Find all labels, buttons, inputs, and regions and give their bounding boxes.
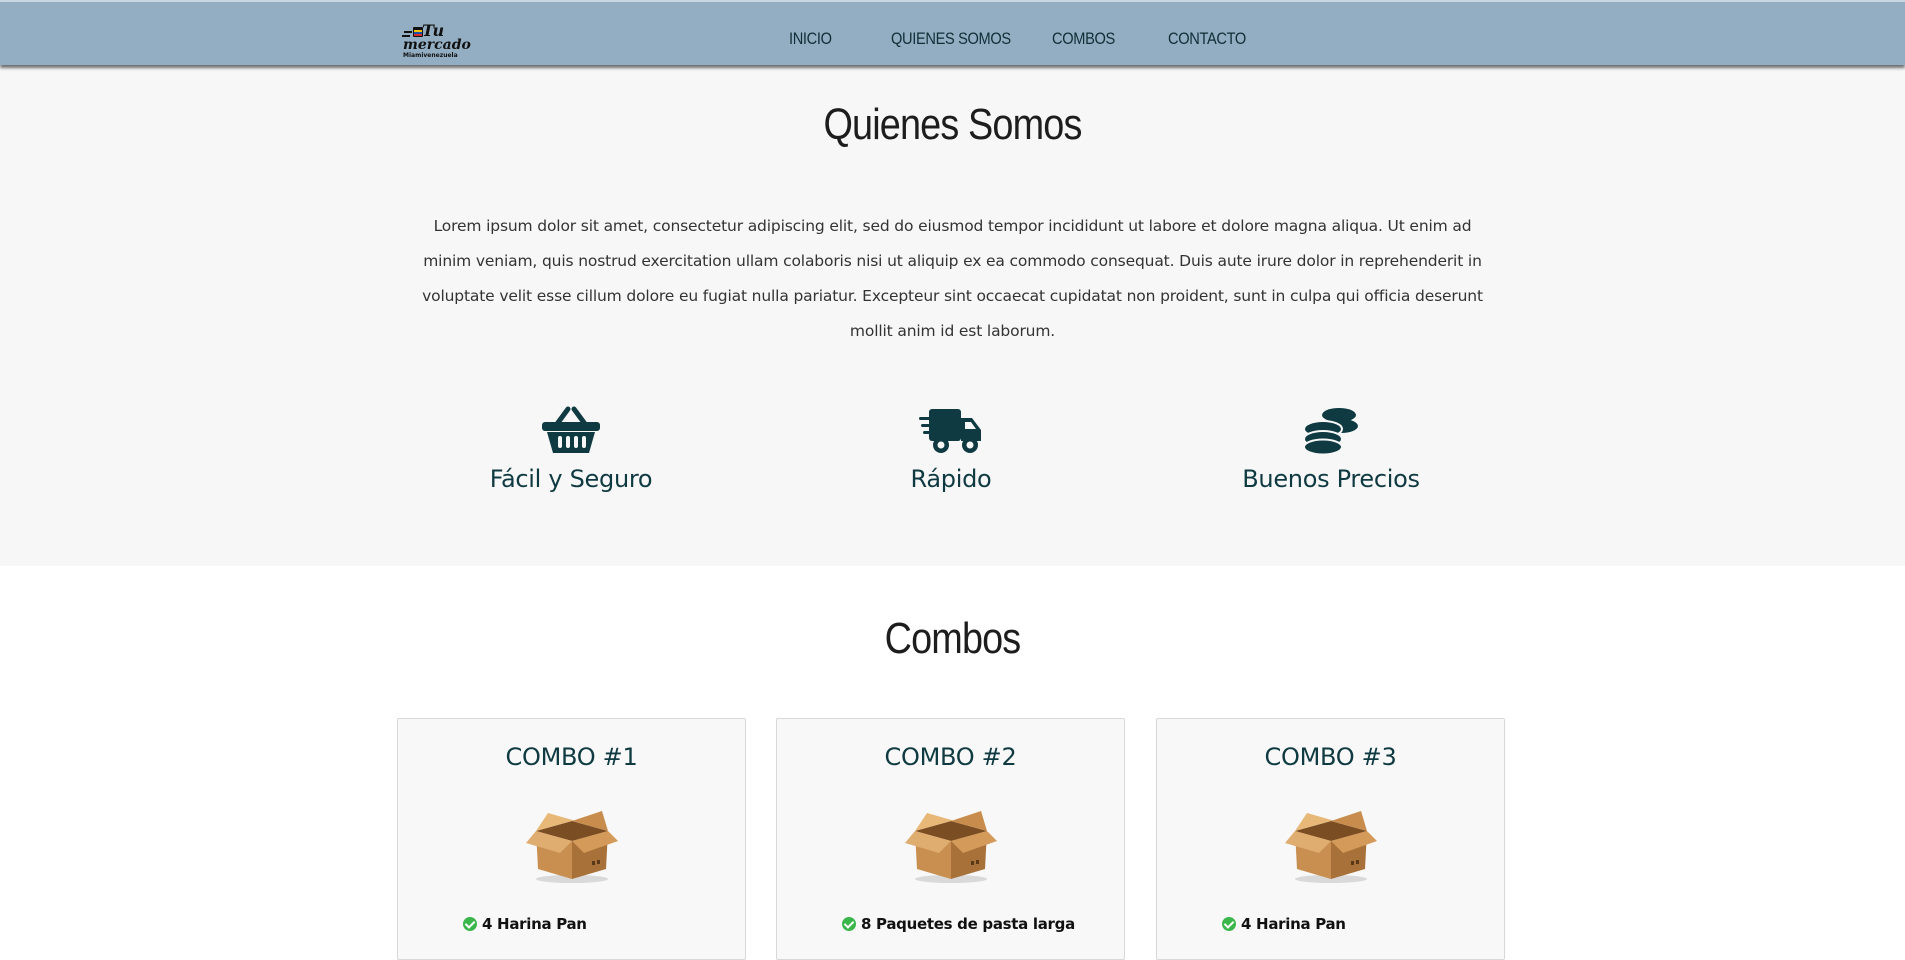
- combo-item-label: 4 Harina Pan: [482, 915, 587, 933]
- combo-title: COMBO #2: [884, 743, 1017, 771]
- about-paragraph: Lorem ipsum dolor sit amet, consectetur …: [422, 217, 1483, 340]
- logo[interactable]: Tu mercado Miamivenezuela: [402, 18, 472, 62]
- nav-inicio[interactable]: INICIO: [789, 29, 832, 49]
- feature-label: Buenos Precios: [1242, 465, 1420, 493]
- feature-good-prices: Buenos Precios: [1141, 405, 1521, 493]
- box-icon: [905, 811, 997, 883]
- combo-card-1[interactable]: COMBO #1 4 Harina Pan: [397, 718, 746, 960]
- box-icon: [1285, 811, 1377, 883]
- combo-title: COMBO #3: [1264, 743, 1397, 771]
- feature-label: Rápido: [910, 465, 992, 493]
- basket-icon: [381, 405, 761, 455]
- combo-item: 4 Harina Pan: [1222, 915, 1346, 933]
- nav-combos[interactable]: COMBOS: [1052, 29, 1115, 49]
- check-circle-icon: [1222, 917, 1236, 931]
- combos-section: Combos COMBO #1 4 Harina Pan COMBO #2 8 …: [0, 566, 1905, 960]
- nav-contacto[interactable]: CONTACTO: [1168, 29, 1246, 49]
- combo-item-label: 4 Harina Pan: [1241, 915, 1346, 933]
- nav-quienes-somos[interactable]: QUIENES SOMOS: [891, 29, 1011, 49]
- check-circle-icon: [842, 917, 856, 931]
- top-navbar: Tu mercado Miamivenezuela INICIO QUIENES…: [0, 0, 1905, 65]
- feature-label: Fácil y Seguro: [489, 465, 653, 493]
- logo-line-2: mercado: [403, 37, 471, 53]
- about-title: Quienes Somos: [823, 100, 1082, 149]
- combo-item: 8 Paquetes de pasta larga: [842, 915, 1075, 933]
- logo-line-3: Miamivenezuela: [403, 52, 458, 59]
- combos-title: Combos: [884, 614, 1022, 663]
- combo-title: COMBO #1: [505, 743, 638, 771]
- combo-card-3[interactable]: COMBO #3 4 Harina Pan: [1156, 718, 1505, 960]
- combo-item: 4 Harina Pan: [463, 915, 587, 933]
- box-icon: [526, 811, 618, 883]
- combo-card-2[interactable]: COMBO #2 8 Paquetes de pasta larga: [776, 718, 1125, 960]
- combo-item-label: 8 Paquetes de pasta larga: [861, 915, 1075, 933]
- about-section: Quienes Somos Lorem ipsum dolor sit amet…: [0, 65, 1905, 566]
- check-circle-icon: [463, 917, 477, 931]
- coins-icon: [1141, 405, 1521, 455]
- feature-easy-safe: Fácil y Seguro: [381, 405, 761, 493]
- truck-icon: [761, 405, 1141, 455]
- feature-fast: Rápido: [761, 405, 1141, 493]
